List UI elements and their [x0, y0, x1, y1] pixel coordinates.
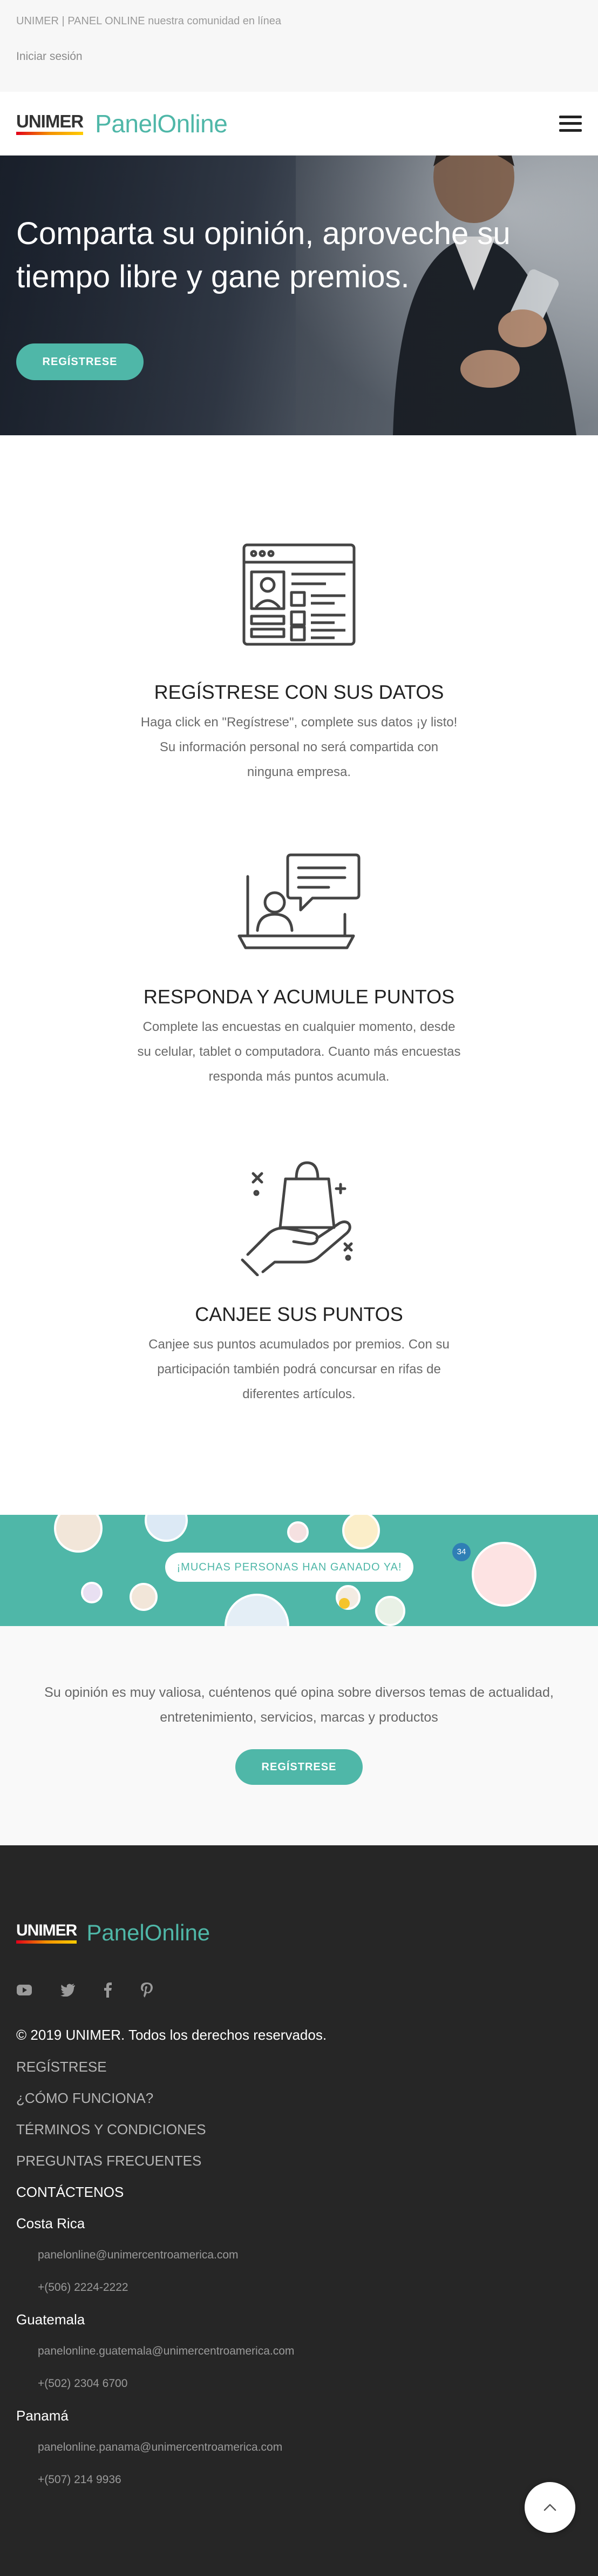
coin-icon	[339, 1598, 350, 1609]
office-email[interactable]: panelonline.guatemala@unimercentroameric…	[16, 2335, 582, 2368]
office-email[interactable]: panelonline.panama@unimercentroamerica.c…	[16, 2431, 582, 2464]
office-phone[interactable]: +(506) 2224-2222	[16, 2271, 582, 2304]
winner-avatar	[145, 1515, 188, 1542]
contact-heading: CONTÁCTENOS	[16, 2184, 124, 2200]
office-email[interactable]: panelonline@unimercentroamerica.com	[16, 2239, 582, 2271]
feature-text: Canjee sus puntos acumulados por premios…	[148, 1337, 450, 1401]
site-tagline: UNIMER | PANEL ONLINE nuestra comunidad …	[16, 15, 281, 27]
features-section: REGÍSTRESE CON SUS DATOS Haga click en "…	[0, 435, 598, 1515]
social-links	[16, 1982, 582, 2001]
feature-register: REGÍSTRESE CON SUS DATOS Haga click en "…	[0, 541, 598, 785]
footer-link-register[interactable]: REGÍSTRESE	[16, 2051, 582, 2082]
panelonline-logo-text: PanelOnline	[95, 109, 228, 138]
cta-register-button[interactable]: REGÍSTRESE	[235, 1749, 363, 1785]
unimer-logo-text: UNIMER	[16, 111, 84, 131]
winner-avatar	[375, 1596, 405, 1626]
office-country: Panamá	[16, 2408, 69, 2424]
site-logo[interactable]: UNIMER PanelOnline	[16, 109, 228, 138]
winners-banner-text: ¡MUCHAS PERSONAS HAN GANADO YA!	[165, 1553, 413, 1582]
office-country: Guatemala	[16, 2311, 85, 2328]
unimer-logo-bar	[16, 1940, 77, 1944]
feature-text: Haga click en "Regístrese", complete sus…	[140, 715, 458, 779]
chevron-up-icon	[543, 2504, 556, 2511]
facebook-icon[interactable]	[104, 1982, 112, 2001]
feature-answer: RESPONDA Y ACUMULE PUNTOS Complete las e…	[0, 849, 598, 1089]
back-to-top-button[interactable]	[525, 2482, 575, 2533]
winners-banner: 34 ¡MUCHAS PERSONAS HAN GANADO YA!	[0, 1515, 598, 1626]
footer-link-terms[interactable]: TÉRMINOS Y CONDICIONES	[16, 2114, 582, 2145]
office-panama: Panamá panelonline.panama@unimercentroam…	[16, 2400, 582, 2496]
top-bar: UNIMER | PANEL ONLINE nuestra comunidad …	[0, 0, 598, 92]
office-phone[interactable]: +(507) 214 9936	[16, 2464, 582, 2496]
footer-link-faq[interactable]: PREGUNTAS FRECUENTES	[16, 2145, 582, 2176]
office-phone[interactable]: +(502) 2304 6700	[16, 2368, 582, 2400]
winner-avatar	[472, 1542, 536, 1607]
footer-logo[interactable]: UNIMER PanelOnline	[16, 1920, 582, 1946]
feature-redeem: CANJEE SUS PUNTOS Canjee sus puntos acum…	[0, 1152, 598, 1407]
hero-register-button[interactable]: REGÍSTRESE	[16, 343, 144, 380]
login-link[interactable]: Iniciar sesión	[16, 50, 83, 63]
unimer-logo: UNIMER	[16, 111, 84, 135]
winner-count-badge: 34	[452, 1543, 471, 1561]
winner-avatar	[130, 1583, 158, 1611]
hamburger-menu-icon[interactable]	[559, 115, 582, 132]
cta-text: Su opinión es muy valiosa, cuéntenos qué…	[44, 1685, 554, 1725]
unimer-logo-text: UNIMER	[16, 1921, 77, 1939]
office-costa-rica: Costa Rica panelonline@unimercentroameri…	[16, 2208, 582, 2304]
registration-form-icon	[242, 543, 356, 646]
office-guatemala: Guatemala panelonline.guatemala@unimerce…	[16, 2304, 582, 2400]
feature-title: RESPONDA Y ACUMULE PUNTOS	[143, 986, 455, 1008]
winner-avatar	[225, 1594, 289, 1626]
unimer-logo-bar	[16, 131, 84, 135]
footer-link-how-it-works[interactable]: ¿CÓMO FUNCIONA?	[16, 2082, 582, 2114]
hero-title: Comparta su opinión, aproveche su tiempo…	[16, 216, 511, 294]
panelonline-logo-text: PanelOnline	[86, 1920, 210, 1945]
hand-gift-bag-icon	[241, 1161, 353, 1276]
winner-avatar	[287, 1521, 309, 1543]
feature-title: CANJEE SUS PUNTOS	[195, 1303, 403, 1325]
laptop-chat-icon	[237, 853, 361, 949]
hero-section: Comparta su opinión, aproveche su tiempo…	[0, 156, 598, 435]
youtube-icon[interactable]	[16, 1984, 32, 2000]
cta-section: Su opinión es muy valiosa, cuéntenos qué…	[0, 1626, 598, 1845]
footer-links: REGÍSTRESE ¿CÓMO FUNCIONA? TÉRMINOS Y CO…	[16, 2051, 582, 2208]
twitter-icon[interactable]	[60, 1983, 76, 2000]
site-header: UNIMER PanelOnline	[0, 92, 598, 156]
pinterest-icon[interactable]	[140, 1982, 153, 2001]
unimer-logo: UNIMER	[16, 1921, 77, 1944]
copyright: © 2019 UNIMER. Todos los derechos reserv…	[16, 2027, 327, 2043]
office-country: Costa Rica	[16, 2215, 85, 2231]
feature-title: REGÍSTRESE CON SUS DATOS	[154, 681, 444, 703]
site-footer: UNIMER PanelOnline © 2019 UNIMER. Todos …	[0, 1845, 598, 2576]
winner-avatar	[342, 1515, 380, 1549]
winner-avatar	[54, 1515, 103, 1553]
feature-text: Complete las encuestas en cualquier mome…	[137, 1020, 461, 1084]
winner-avatar	[81, 1582, 103, 1603]
